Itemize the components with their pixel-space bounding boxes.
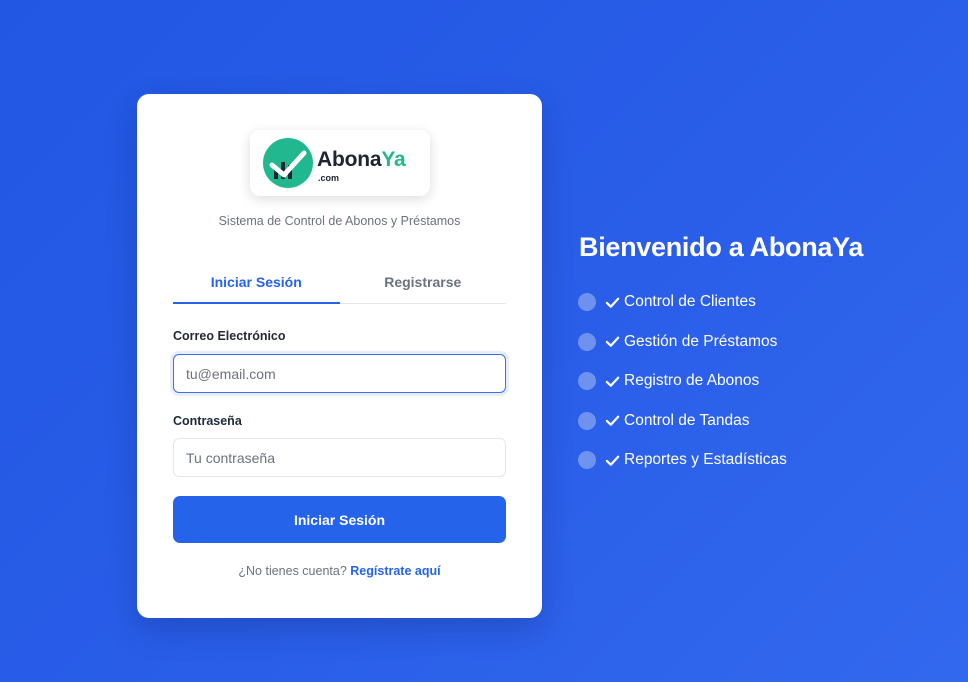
signup-link[interactable]: Regístrate aquí [350,564,440,578]
signup-prompt: ¿No tienes cuenta? Regístrate aquí [137,564,542,578]
password-field[interactable] [173,438,506,477]
login-card: AbonaYa .com Sistema de Control de Abono… [137,94,542,618]
feature-label: Registro de Abonos [624,372,760,389]
feature-label: Reportes y Estadísticas [624,451,787,468]
logo-wordmark: AbonaYa [317,148,406,172]
welcome-title: Bienvenido a AbonaYa [579,232,864,262]
bullet-dot-icon [578,332,596,351]
feature-label: Control de Tandas [624,411,750,429]
logo-tld: .com [318,173,340,183]
email-label: Correo Electrónico [173,329,286,343]
feature-item: Gestión de Préstamos [578,332,787,352]
bullet-dot-icon [578,372,596,390]
check-icon [605,415,620,426]
logo-name-accent: Ya [381,148,406,171]
feature-item: Reportes y Estadísticas [578,450,787,470]
check-icon [605,336,620,347]
email-field[interactable] [173,354,506,393]
signup-prompt-text: ¿No tienes cuenta? [238,564,347,578]
check-icon [605,297,620,308]
bullet-dot-icon [578,293,596,311]
bullet-dot-icon [578,451,596,469]
feature-label: Control de Clientes [624,293,756,310]
subtitle: Sistema de Control de Abonos y Préstamos [218,214,461,228]
feature-label: Gestión de Préstamos [624,332,778,350]
check-icon [605,376,620,387]
login-button[interactable]: Iniciar Sesión [173,496,506,543]
logo: AbonaYa .com [250,130,430,196]
feature-item: Control de Tandas [578,411,787,431]
feature-item: Control de Clientes [578,292,787,312]
bullet-dot-icon [578,411,596,430]
check-icon [605,455,620,466]
password-label: Contraseña [173,414,242,428]
feature-item: Registro de Abonos [578,371,787,391]
feature-list: Control de Clientes Gestión de Préstamos… [578,292,787,490]
auth-tabs: Iniciar Sesión Registrarse [173,264,506,304]
tab-login[interactable]: Iniciar Sesión [173,264,340,304]
logo-name-main: Abona [317,148,382,171]
tab-register[interactable]: Registrarse [340,264,507,303]
logo-chart-check-icon [263,138,313,188]
